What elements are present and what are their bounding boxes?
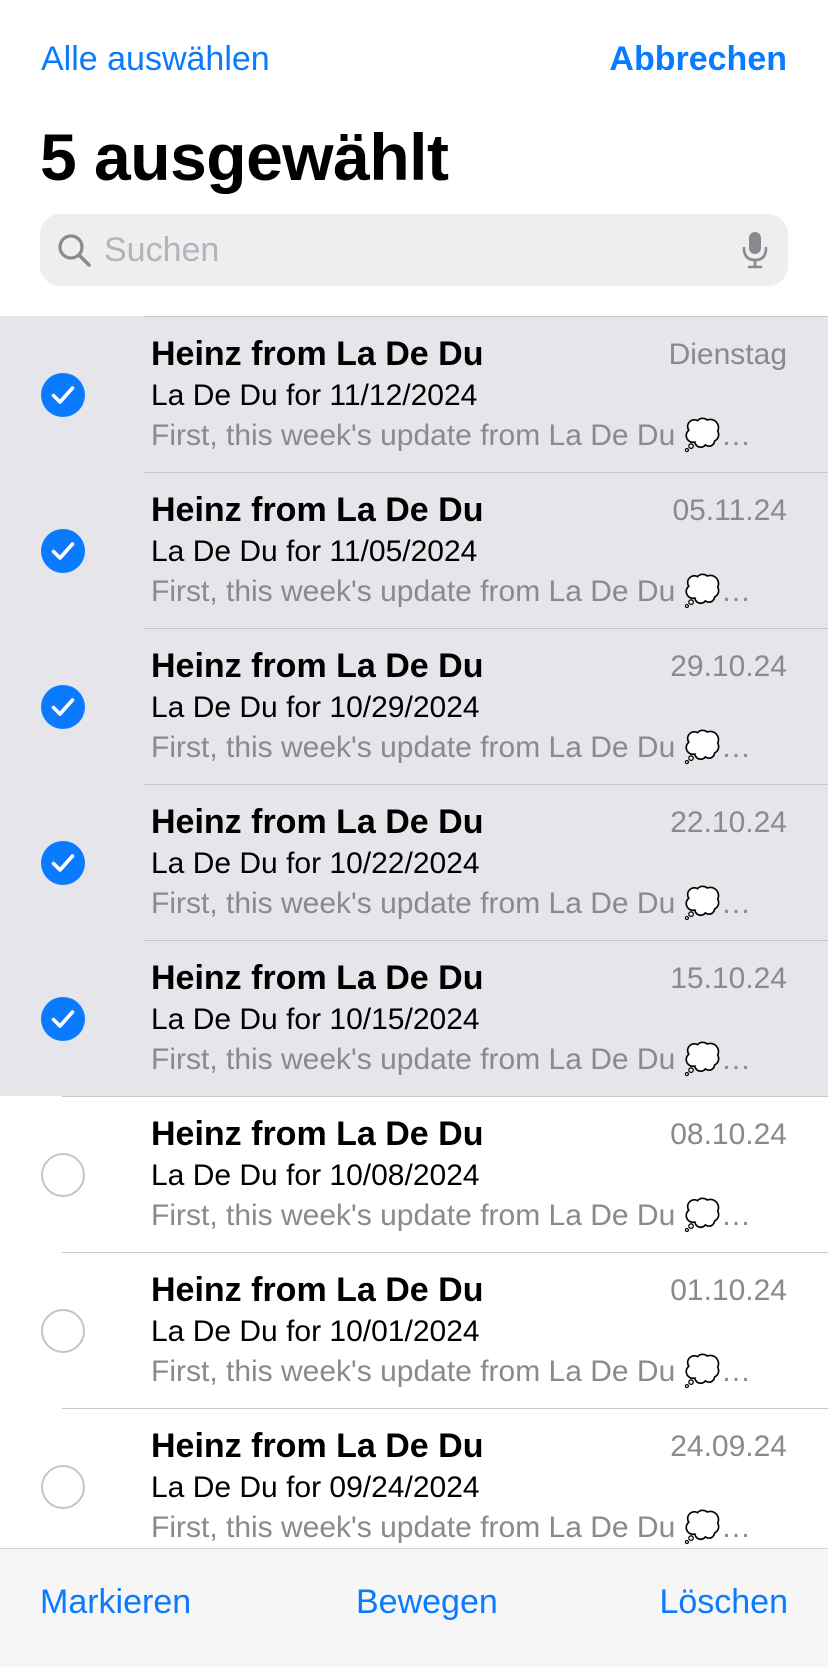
unchecked-circle-icon[interactable] bbox=[41, 1153, 85, 1197]
message-subject: La De Du for 10/08/2024 bbox=[151, 1159, 480, 1192]
message-subject: La De Du for 10/22/2024 bbox=[151, 847, 480, 880]
ellipsis: … bbox=[720, 1511, 751, 1544]
unchecked-circle-icon[interactable] bbox=[41, 1309, 85, 1353]
search-icon bbox=[58, 234, 91, 267]
thought-bubble-icon: 💭 bbox=[675, 1199, 721, 1232]
message-preview-text: First, this week's update from La De Du bbox=[151, 1199, 676, 1232]
row-divider bbox=[144, 628, 828, 629]
message-date: 08.10.24 bbox=[670, 1118, 787, 1151]
ellipsis: … bbox=[720, 1043, 751, 1076]
message-preview: First, this week's update from La De Du … bbox=[151, 729, 761, 767]
message-row[interactable]: Heinz from La De Du 24.09.24 La De Du for … bbox=[0, 1408, 828, 1564]
message-row[interactable]: Heinz from La De Du 08.10.24 La De Du for … bbox=[0, 1096, 828, 1252]
message-list: Heinz from La De Du Dienstag La De Du for … bbox=[0, 316, 828, 1564]
checked-circle-icon[interactable] bbox=[41, 997, 85, 1041]
ellipsis: … bbox=[720, 731, 751, 764]
thought-bubble-icon: 💭 bbox=[675, 1043, 721, 1076]
message-preview: First, this week's update from La De Du … bbox=[151, 417, 761, 455]
ellipsis: … bbox=[720, 1199, 751, 1232]
message-preview-text: First, this week's update from La De Du bbox=[151, 1355, 676, 1388]
message-sender: Heinz from La De Du bbox=[151, 1115, 484, 1153]
ellipsis: … bbox=[720, 419, 751, 452]
message-row[interactable]: Heinz from La De Du 01.10.24 La De Du for … bbox=[0, 1252, 828, 1408]
message-sender: Heinz from La De Du bbox=[151, 491, 484, 529]
message-preview: First, this week's update from La De Du … bbox=[151, 1509, 761, 1547]
message-date: 29.10.24 bbox=[670, 650, 787, 683]
message-preview: First, this week's update from La De Du … bbox=[151, 573, 761, 611]
message-subject: La De Du for 09/24/2024 bbox=[151, 1471, 480, 1504]
message-date: 05.11.24 bbox=[672, 494, 787, 527]
message-sender: Heinz from La De Du bbox=[151, 1271, 484, 1309]
search-bar[interactable] bbox=[40, 214, 788, 286]
row-divider bbox=[144, 316, 828, 317]
delete-button[interactable]: Löschen bbox=[659, 1583, 788, 1622]
message-preview: First, this week's update from La De Du … bbox=[151, 885, 761, 923]
message-preview-text: First, this week's update from La De Du bbox=[151, 419, 676, 452]
message-preview: First, this week's update from La De Du … bbox=[151, 1041, 761, 1079]
message-row[interactable]: Heinz from La De Du Dienstag La De Du for … bbox=[0, 316, 828, 472]
row-divider bbox=[62, 1252, 828, 1253]
message-preview-text: First, this week's update from La De Du bbox=[151, 1511, 676, 1544]
message-sender: Heinz from La De Du bbox=[151, 803, 484, 841]
checked-circle-icon[interactable] bbox=[41, 529, 85, 573]
checked-circle-icon[interactable] bbox=[41, 841, 85, 885]
search-input[interactable] bbox=[102, 214, 704, 286]
message-date: Dienstag bbox=[668, 338, 787, 371]
message-row[interactable]: Heinz from La De Du 22.10.24 La De Du for … bbox=[0, 784, 828, 940]
page-title: 5 ausgewählt bbox=[40, 120, 449, 194]
ellipsis: … bbox=[720, 1355, 751, 1388]
message-date: 15.10.24 bbox=[670, 962, 787, 995]
message-sender: Heinz from La De Du bbox=[151, 1427, 484, 1465]
message-subject: La De Du for 10/29/2024 bbox=[151, 691, 480, 724]
message-subject: La De Du for 10/15/2024 bbox=[151, 1003, 480, 1036]
thought-bubble-icon: 💭 bbox=[675, 1511, 721, 1544]
message-date: 24.09.24 bbox=[670, 1430, 787, 1463]
unchecked-circle-icon[interactable] bbox=[41, 1465, 85, 1509]
navigation-bar: Alle auswählen Abbrechen bbox=[0, 0, 828, 120]
message-sender: Heinz from La De Du bbox=[151, 335, 484, 373]
message-sender: Heinz from La De Du bbox=[151, 647, 484, 685]
message-subject: La De Du for 11/05/2024 bbox=[151, 535, 478, 568]
message-date: 01.10.24 bbox=[670, 1274, 787, 1307]
message-preview-text: First, this week's update from La De Du bbox=[151, 575, 676, 608]
move-button[interactable]: Bewegen bbox=[356, 1583, 498, 1622]
mark-button[interactable]: Markieren bbox=[40, 1583, 191, 1622]
checked-circle-icon[interactable] bbox=[41, 373, 85, 417]
select-all-button[interactable]: Alle auswählen bbox=[41, 40, 270, 79]
ellipsis: … bbox=[720, 887, 751, 920]
message-row[interactable]: Heinz from La De Du 15.10.24 La De Du for … bbox=[0, 940, 828, 1096]
message-preview: First, this week's update from La De Du … bbox=[151, 1353, 761, 1391]
row-divider bbox=[62, 1408, 828, 1409]
row-divider bbox=[144, 940, 828, 941]
message-sender: Heinz from La De Du bbox=[151, 959, 484, 997]
message-row[interactable]: Heinz from La De Du 29.10.24 La De Du for … bbox=[0, 628, 828, 784]
thought-bubble-icon: 💭 bbox=[675, 419, 721, 452]
row-divider bbox=[144, 472, 828, 473]
message-subject: La De Du for 11/12/2024 bbox=[151, 379, 478, 412]
thought-bubble-icon: 💭 bbox=[675, 731, 721, 764]
ellipsis: … bbox=[720, 575, 751, 608]
message-date: 22.10.24 bbox=[670, 806, 787, 839]
thought-bubble-icon: 💭 bbox=[675, 887, 721, 920]
checked-circle-icon[interactable] bbox=[41, 685, 85, 729]
thought-bubble-icon: 💭 bbox=[675, 1355, 721, 1388]
thought-bubble-icon: 💭 bbox=[675, 575, 721, 608]
row-divider bbox=[144, 784, 828, 785]
cancel-button[interactable]: Abbrechen bbox=[609, 40, 787, 79]
row-divider bbox=[62, 1096, 828, 1097]
message-subject: La De Du for 10/01/2024 bbox=[151, 1315, 480, 1348]
message-row[interactable]: Heinz from La De Du 05.11.24 La De Du for … bbox=[0, 472, 828, 628]
message-preview-text: First, this week's update from La De Du bbox=[151, 887, 676, 920]
bottom-toolbar: Markieren Bewegen Löschen bbox=[0, 1548, 828, 1667]
message-preview: First, this week's update from La De Du … bbox=[151, 1197, 761, 1235]
message-preview-text: First, this week's update from La De Du bbox=[151, 1043, 676, 1076]
message-preview-text: First, this week's update from La De Du bbox=[151, 731, 676, 764]
microphone-icon[interactable] bbox=[740, 230, 770, 270]
